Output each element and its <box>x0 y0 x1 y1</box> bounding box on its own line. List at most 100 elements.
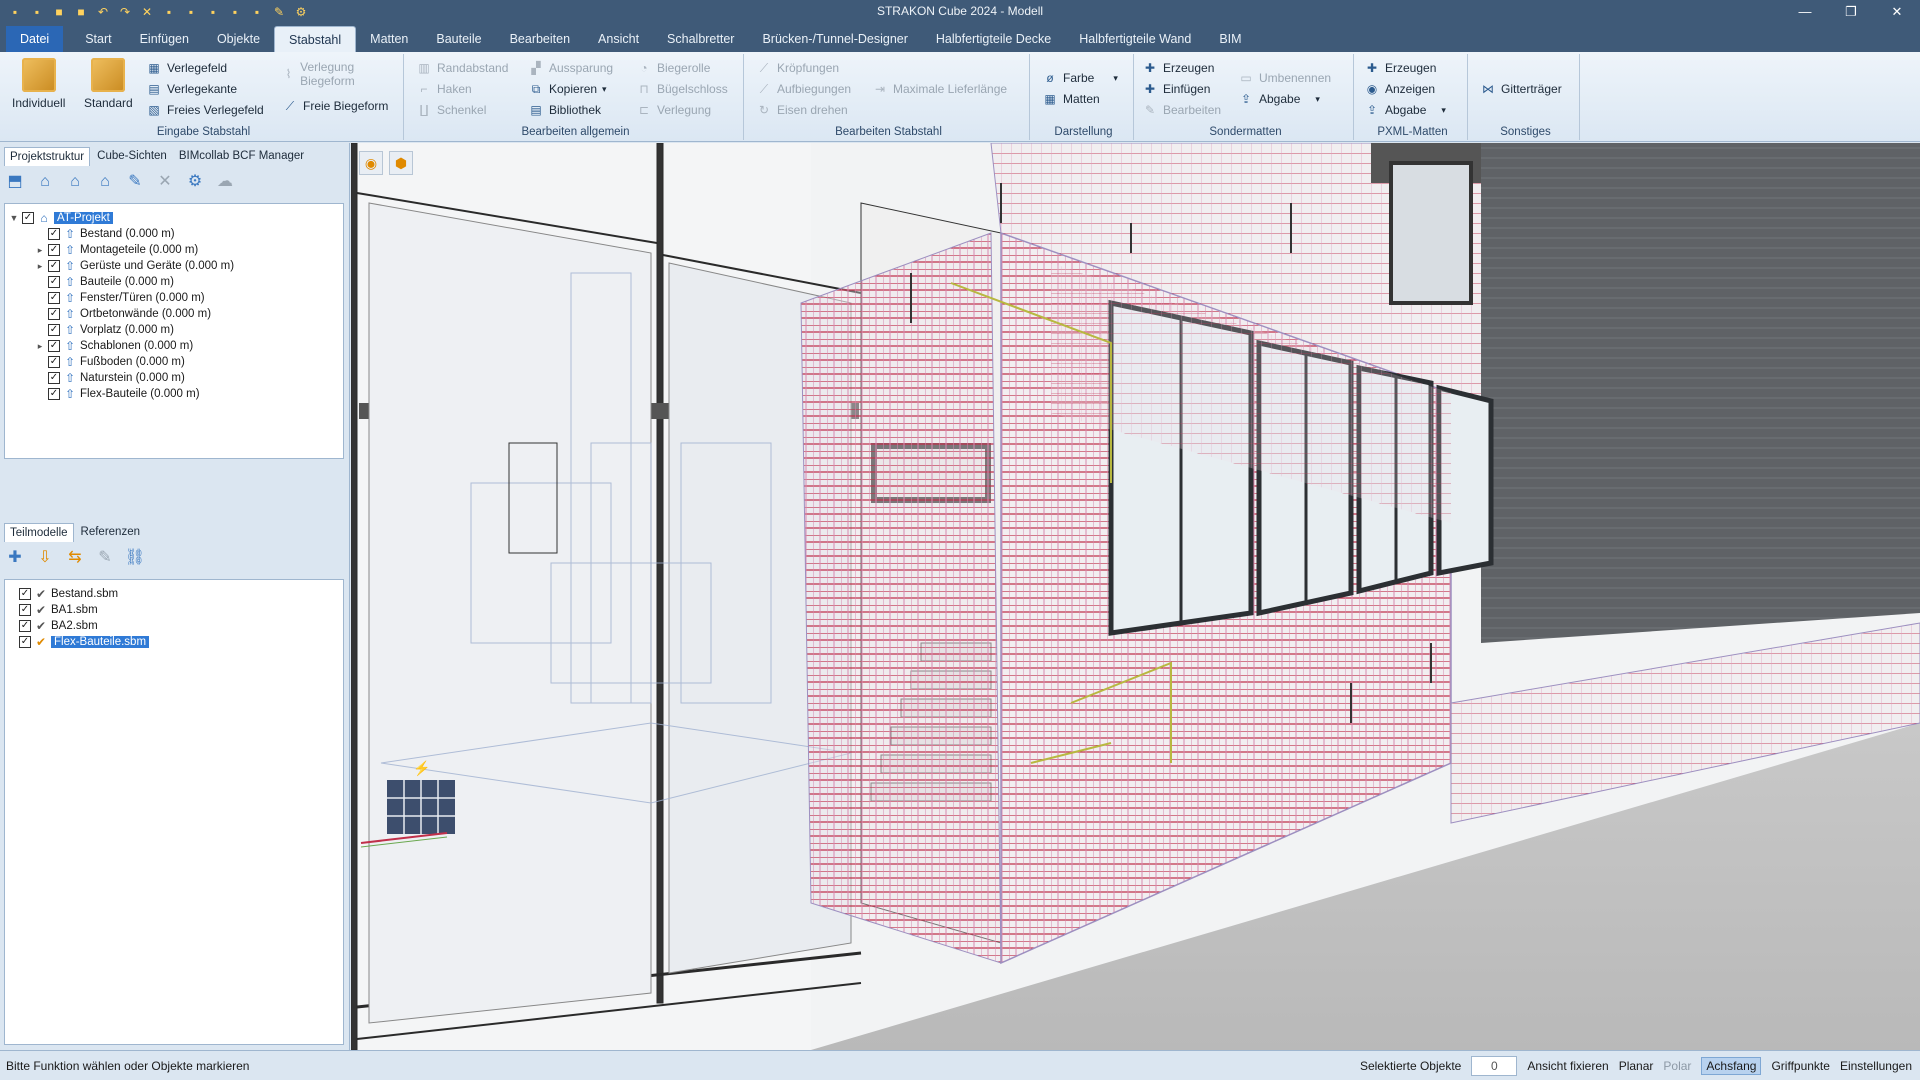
expand-icon[interactable]: ▸ <box>35 341 45 352</box>
tab-referenzen[interactable]: Referenzen <box>76 523 145 542</box>
tab-teilmodelle[interactable]: Teilmodelle <box>4 523 74 542</box>
layers-icon[interactable]: ⬒ <box>4 171 26 193</box>
home-up-icon[interactable]: ⌂ <box>64 171 86 193</box>
pxml-anzeigen-button[interactable]: ◉ Anzeigen <box>1364 81 1435 97</box>
restore-icon[interactable]: ❐ <box>1828 0 1874 24</box>
kopieren-button[interactable]: ⧉ Kopieren ▾ <box>528 81 607 97</box>
checkbox[interactable]: ✓ <box>22 212 34 224</box>
close-icon[interactable]: ✕ <box>1874 0 1920 24</box>
checkbox[interactable]: ✓ <box>48 276 60 288</box>
bibliothek-button[interactable]: ▤ Bibliothek <box>528 102 601 118</box>
tree-item-bauteile[interactable]: ✓ ⇧ Bauteile (0.000 m) <box>35 274 174 290</box>
individuell-button[interactable]: Individuell <box>12 58 65 110</box>
tree-item-fenster-tueren[interactable]: ✓ ⇧ Fenster/Türen (0.000 m) <box>35 290 205 306</box>
tree-item-gerueste[interactable]: ▸ ✓ ⇧ Gerüste und Geräte (0.000 m) <box>35 258 234 274</box>
camera-icon[interactable]: ◉ <box>359 151 383 175</box>
tree-item-vorplatz[interactable]: ✓ ⇧ Vorplatz (0.000 m) <box>35 322 174 338</box>
achsfang-toggle[interactable]: Achsfang <box>1701 1057 1762 1075</box>
checkbox[interactable]: ✓ <box>48 244 60 256</box>
biegerolle-button[interactable]: ◔ Biegerolle <box>636 60 710 76</box>
verlegefeld-button[interactable]: ▦ Verlegefeld <box>146 60 227 76</box>
tab-halbfertigteile-wand[interactable]: Halbfertigteile Wand <box>1065 26 1205 52</box>
cloud-icon[interactable]: ☁ <box>214 171 236 193</box>
checkbox[interactable]: ✓ <box>48 340 60 352</box>
pencil-icon[interactable]: ✎ <box>124 171 146 193</box>
submodel-item-ba2[interactable]: ✓ ✔ BA2.sbm <box>19 618 98 634</box>
randabstand-button[interactable]: ▥ Randabstand <box>416 60 508 76</box>
verlegung-button[interactable]: ⊏ Verlegung <box>636 102 711 118</box>
tree-item-naturstein[interactable]: ✓ ⇧ Naturstein (0.000 m) <box>35 370 185 386</box>
tab-bruecken-tunnel-designer[interactable]: Brücken-/Tunnel-Designer <box>748 26 921 52</box>
tab-halbfertigteile-decke[interactable]: Halbfertigteile Decke <box>922 26 1065 52</box>
tree-item-flex-bauteile[interactable]: ✓ ⇧ Flex-Bauteile (0.000 m) <box>35 386 200 402</box>
submodel-item-bestand[interactable]: ✓ ✔ Bestand.sbm <box>19 586 118 602</box>
sondermatten-abgabe-button[interactable]: ⇪ Abgabe ▾ <box>1238 91 1320 107</box>
tree-item-fussboden[interactable]: ✓ ⇧ Fußboden (0.000 m) <box>35 354 185 370</box>
unlink-submodel-icon[interactable]: ⛓ <box>124 547 146 569</box>
schenkel-button[interactable]: ∐ Schenkel <box>416 102 486 118</box>
tab-objekte[interactable]: Objekte <box>203 26 274 52</box>
tab-cube-sichten[interactable]: Cube-Sichten <box>92 147 172 166</box>
building-model-render[interactable]: ⚡ <box>351 143 1920 1050</box>
verlegekante-button[interactable]: ▤ Verlegekante <box>146 81 237 97</box>
tree-item-montageteile[interactable]: ▸ ✓ ⇧ Montageteile (0.000 m) <box>35 242 199 258</box>
sondermatten-einfuegen-button[interactable]: ✚ Einfügen <box>1142 81 1210 97</box>
pxml-abgabe-button[interactable]: ⇪ Abgabe ▾ <box>1364 102 1446 118</box>
checkbox[interactable]: ✓ <box>19 588 31 600</box>
home-add-icon[interactable]: ⌂ <box>94 171 116 193</box>
checkbox[interactable]: ✓ <box>48 260 60 272</box>
haken-button[interactable]: ⌐ Haken <box>416 81 471 97</box>
ansicht-fixieren-toggle[interactable]: Ansicht fixieren <box>1527 1059 1608 1073</box>
griffpunkte-toggle[interactable]: Griffpunkte <box>1771 1059 1829 1073</box>
tree-item-ortbetonwaende[interactable]: ✓ ⇧ Ortbetonwände (0.000 m) <box>35 306 211 322</box>
cube-icon[interactable]: ⬢ <box>389 151 413 175</box>
share-submodel-icon[interactable]: ⇆ <box>64 547 86 569</box>
freie-biegeform-button[interactable]: ⟋ Freie Biegeform <box>282 98 389 114</box>
expand-icon[interactable]: ▸ <box>35 261 45 272</box>
checkbox[interactable]: ✓ <box>48 372 60 384</box>
aussparung-button[interactable]: ▞ Aussparung <box>528 60 613 76</box>
matten-button[interactable]: ▦ Matten <box>1042 91 1099 107</box>
einstellungen-button[interactable]: Einstellungen <box>1840 1059 1912 1073</box>
collapse-icon[interactable]: ▼ <box>9 213 19 223</box>
verlegung-biegeform-button[interactable]: ⌇ Verlegung Biegeform <box>282 60 392 88</box>
tab-einfuegen[interactable]: Einfügen <box>126 26 203 52</box>
delete-icon[interactable]: ✕ <box>154 171 176 193</box>
tree-item-schablonen[interactable]: ▸ ✓ ⇧ Schablonen (0.000 m) <box>35 338 193 354</box>
tab-schalbretter[interactable]: Schalbretter <box>653 26 748 52</box>
tab-matten[interactable]: Matten <box>356 26 422 52</box>
sondermatten-erzeugen-button[interactable]: ✚ Erzeugen <box>1142 60 1214 76</box>
tab-stabstahl[interactable]: Stabstahl <box>274 26 357 52</box>
buegelschloss-button[interactable]: ⊓ Bügelschloss <box>636 81 727 97</box>
add-submodel-icon[interactable]: ✚ <box>4 547 26 569</box>
submodel-item-flex-bauteile[interactable]: ✓ ✔ Flex-Bauteile.sbm <box>19 634 150 650</box>
checkbox[interactable]: ✓ <box>19 620 31 632</box>
farbe-button[interactable]: ø Farbe ▾ <box>1042 70 1118 86</box>
home-icon[interactable]: ⌂ <box>34 171 56 193</box>
maximale-lieferlaenge-button[interactable]: ⇥ Maximale Lieferlänge <box>872 81 1007 97</box>
edit-submodel-icon[interactable]: ✎ <box>94 547 116 569</box>
planar-toggle[interactable]: Planar <box>1619 1059 1654 1073</box>
minimize-icon[interactable]: — <box>1782 0 1828 24</box>
tree-root[interactable]: ▼ ✓ ⌂ AT-Projekt <box>9 210 113 226</box>
sondermatten-bearbeiten-button[interactable]: ✎ Bearbeiten <box>1142 102 1221 118</box>
checkbox[interactable]: ✓ <box>48 388 60 400</box>
3d-viewport[interactable]: ⚡ ◉ ⬢ <box>351 143 1920 1050</box>
expand-icon[interactable]: ▸ <box>35 245 45 256</box>
tab-bearbeiten[interactable]: Bearbeiten <box>496 26 584 52</box>
tab-bauteile[interactable]: Bauteile <box>422 26 495 52</box>
load-submodel-icon[interactable]: ⇩ <box>34 547 56 569</box>
aufbiegungen-button[interactable]: ⟋ Aufbiegungen <box>756 81 851 97</box>
checkbox[interactable]: ✓ <box>48 356 60 368</box>
tab-datei[interactable]: Datei <box>6 26 64 52</box>
tab-projektstruktur[interactable]: Projektstruktur <box>4 147 91 166</box>
checkbox[interactable]: ✓ <box>19 604 31 616</box>
checkbox[interactable]: ✓ <box>19 636 31 648</box>
checkbox[interactable]: ✓ <box>48 292 60 304</box>
submodel-item-ba1[interactable]: ✓ ✔ BA1.sbm <box>19 602 98 618</box>
pxml-erzeugen-button[interactable]: ✚ Erzeugen <box>1364 60 1436 76</box>
gittertraeger-button[interactable]: ⋈ Gitterträger <box>1480 81 1562 97</box>
tree-item-bestand[interactable]: ✓ ⇧ Bestand (0.000 m) <box>35 226 175 242</box>
eisen-drehen-button[interactable]: ↻ Eisen drehen <box>756 102 848 118</box>
tab-bim[interactable]: BIM <box>1205 26 1255 52</box>
